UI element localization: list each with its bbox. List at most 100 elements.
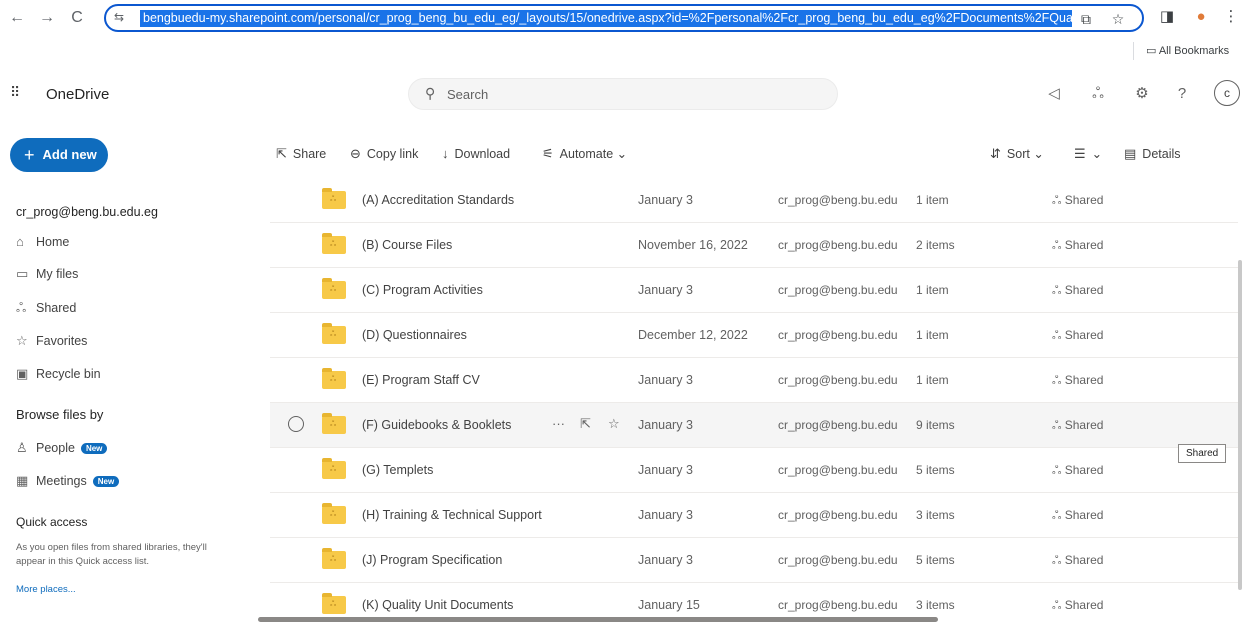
favorite-star-icon[interactable]: ☆ — [608, 416, 620, 432]
back-icon[interactable]: ← — [6, 7, 28, 29]
add-new-button[interactable]: + Add new — [10, 138, 108, 172]
help-icon[interactable]: ? — [1170, 82, 1194, 106]
table-row[interactable]: ஃ (K) Quality Unit Documents January 15 … — [270, 583, 1238, 616]
sort-button[interactable]: ⇵ Sort ⌄ — [990, 146, 1044, 164]
modified-by: cr_prog@beng.bu.edu — [778, 373, 898, 387]
download-button[interactable]: ↓ Download — [442, 146, 510, 164]
file-name[interactable]: (H) Training & Technical Support — [362, 508, 542, 522]
table-row[interactable]: ஃ (H) Training & Technical Support Janua… — [270, 493, 1238, 538]
table-row[interactable]: ஃ (G) Templets January 3 cr_prog@beng.bu… — [270, 448, 1238, 493]
calendar-icon: ▦ — [16, 473, 29, 488]
avatar[interactable]: c — [1214, 80, 1240, 106]
table-row[interactable]: ஃ (E) Program Staff CV January 3 cr_prog… — [270, 358, 1238, 403]
share-button[interactable]: ⇱ Share — [276, 146, 326, 164]
chevron-down-icon: ⌄ — [1091, 147, 1103, 161]
share-label: Share — [292, 147, 327, 161]
download-label: Download — [454, 147, 511, 161]
item-count: 3 items — [916, 508, 955, 522]
sidebar-item-shared[interactable]: ஃ Shared — [16, 300, 76, 322]
table-row[interactable]: ஃ (D) Questionnaires December 12, 2022 c… — [270, 313, 1238, 358]
sidebar-item-home[interactable]: ⌂ Home — [16, 234, 69, 256]
copy-link-button[interactable]: ⊖ Copy link — [350, 146, 418, 164]
vertical-scrollbar[interactable] — [1238, 260, 1242, 590]
file-name[interactable]: (K) Quality Unit Documents — [362, 598, 513, 612]
browser-toolbar: ← → C ⇆ bengbuedu-my.sharepoint.com/pers… — [0, 0, 1245, 36]
table-row[interactable]: ஃ (J) Program Specification January 3 cr… — [270, 538, 1238, 583]
search-input[interactable]: ⚲ Search — [408, 78, 838, 110]
row-select-checkbox[interactable] — [288, 416, 304, 432]
sharing-status: ஃ Shared — [1052, 373, 1103, 389]
people-icon: ஃ — [1052, 553, 1065, 567]
bookmark-star-icon[interactable]: ☆ — [1108, 9, 1128, 29]
shared-folder-icon: ஃ — [322, 593, 346, 614]
details-button[interactable]: ▤ Details — [1124, 146, 1181, 164]
person-icon: ♙ — [16, 440, 28, 455]
sidebar-item-label: Recycle bin — [36, 367, 101, 381]
sidebar-item-my-files[interactable]: ▭ My files — [16, 266, 78, 288]
view-options-button[interactable]: ☰ ⌄ — [1074, 146, 1102, 164]
file-list: ஃ (A) Accreditation Standards January 3 … — [270, 178, 1238, 616]
site-info-icon[interactable]: ⇆ — [114, 10, 124, 24]
sidebar-item-meetings[interactable]: ▦ Meetings New — [16, 473, 120, 495]
url-text[interactable]: bengbuedu-my.sharepoint.com/personal/cr_… — [140, 10, 1072, 27]
modified-by: cr_prog@beng.bu.edu — [778, 463, 898, 477]
item-count: 5 items — [916, 553, 955, 567]
table-row[interactable]: ஃ (A) Accreditation Standards January 3 … — [270, 178, 1238, 223]
item-count: 1 item — [916, 328, 949, 342]
sort-icon: ⇵ — [990, 146, 1001, 161]
sharing-label: Shared — [1064, 463, 1104, 477]
table-row[interactable]: ஃ (C) Program Activities January 3 cr_pr… — [270, 268, 1238, 313]
settings-gear-icon[interactable]: ⚙ — [1130, 82, 1154, 106]
side-panel-icon[interactable]: ◨ — [1156, 6, 1178, 28]
address-bar[interactable]: ⇆ bengbuedu-my.sharepoint.com/personal/c… — [104, 4, 1144, 32]
more-places-link[interactable]: More places... — [16, 584, 76, 595]
app-name[interactable]: OneDrive — [46, 86, 109, 103]
megaphone-icon[interactable]: ◁ — [1042, 82, 1066, 106]
sharing-label: Shared — [1064, 508, 1104, 522]
automate-button[interactable]: ⚟ Automate ⌄ — [542, 146, 627, 164]
file-name[interactable]: (J) Program Specification — [362, 553, 502, 567]
file-name[interactable]: (A) Accreditation Standards — [362, 193, 514, 207]
app-launcher-icon[interactable]: ⠿ — [10, 84, 26, 100]
item-count: 1 item — [916, 373, 949, 387]
open-in-app-icon[interactable]: ⧉ — [1076, 9, 1096, 29]
sharing-label: Shared — [1064, 553, 1104, 567]
file-name[interactable]: (D) Questionnaires — [362, 328, 467, 342]
table-row[interactable]: ஃ (B) Course Files November 16, 2022 cr_… — [270, 223, 1238, 268]
people-icon: ஃ — [16, 300, 27, 315]
file-name[interactable]: (B) Course Files — [362, 238, 452, 252]
share-icon[interactable]: ⇱ — [580, 416, 591, 432]
shared-folder-icon: ஃ — [322, 413, 346, 434]
shared-folder-icon: ஃ — [322, 233, 346, 254]
sharing-status: ஃ Shared — [1052, 283, 1103, 299]
sidebar-item-favorites[interactable]: ☆ Favorites — [16, 333, 87, 355]
modified-date: January 3 — [638, 283, 693, 297]
file-name[interactable]: (E) Program Staff CV — [362, 373, 480, 387]
reload-icon[interactable]: C — [66, 7, 88, 29]
premium-icon[interactable]: ஃ — [1086, 82, 1110, 106]
sharing-status: ஃ Shared — [1052, 553, 1103, 569]
file-name[interactable]: (F) Guidebooks & Booklets — [362, 418, 511, 432]
profile-icon[interactable]: ● — [1190, 6, 1212, 28]
file-name[interactable]: (G) Templets — [362, 463, 433, 477]
chevron-down-icon: ⌄ — [613, 147, 628, 161]
sidebar-item-label: My files — [36, 267, 79, 281]
forward-icon[interactable]: → — [36, 7, 58, 29]
modified-by: cr_prog@beng.bu.edu — [778, 328, 898, 342]
plus-icon: + — [24, 145, 35, 165]
modified-date: January 3 — [638, 373, 693, 387]
table-row[interactable]: ஃ (F) Guidebooks & Booklets ··· ⇱ ☆ Janu… — [270, 403, 1238, 448]
sharing-status: ஃ Shared — [1052, 463, 1103, 479]
horizontal-scrollbar[interactable] — [258, 617, 938, 622]
item-count: 2 items — [916, 238, 955, 252]
sidebar-item-recycle-bin[interactable]: ▣ Recycle bin — [16, 366, 101, 388]
details-label: Details — [1142, 147, 1181, 161]
more-actions-icon[interactable]: ··· — [552, 416, 565, 431]
list-view-icon: ☰ — [1074, 146, 1086, 161]
all-bookmarks[interactable]: ▭ All Bookmarks — [1146, 44, 1229, 57]
modified-date: December 12, 2022 — [638, 328, 748, 342]
sidebar-item-people[interactable]: ♙ People New — [16, 440, 108, 462]
add-new-label: Add new — [42, 147, 97, 162]
menu-kebab-icon[interactable]: ⋮ — [1220, 6, 1242, 28]
file-name[interactable]: (C) Program Activities — [362, 283, 483, 297]
